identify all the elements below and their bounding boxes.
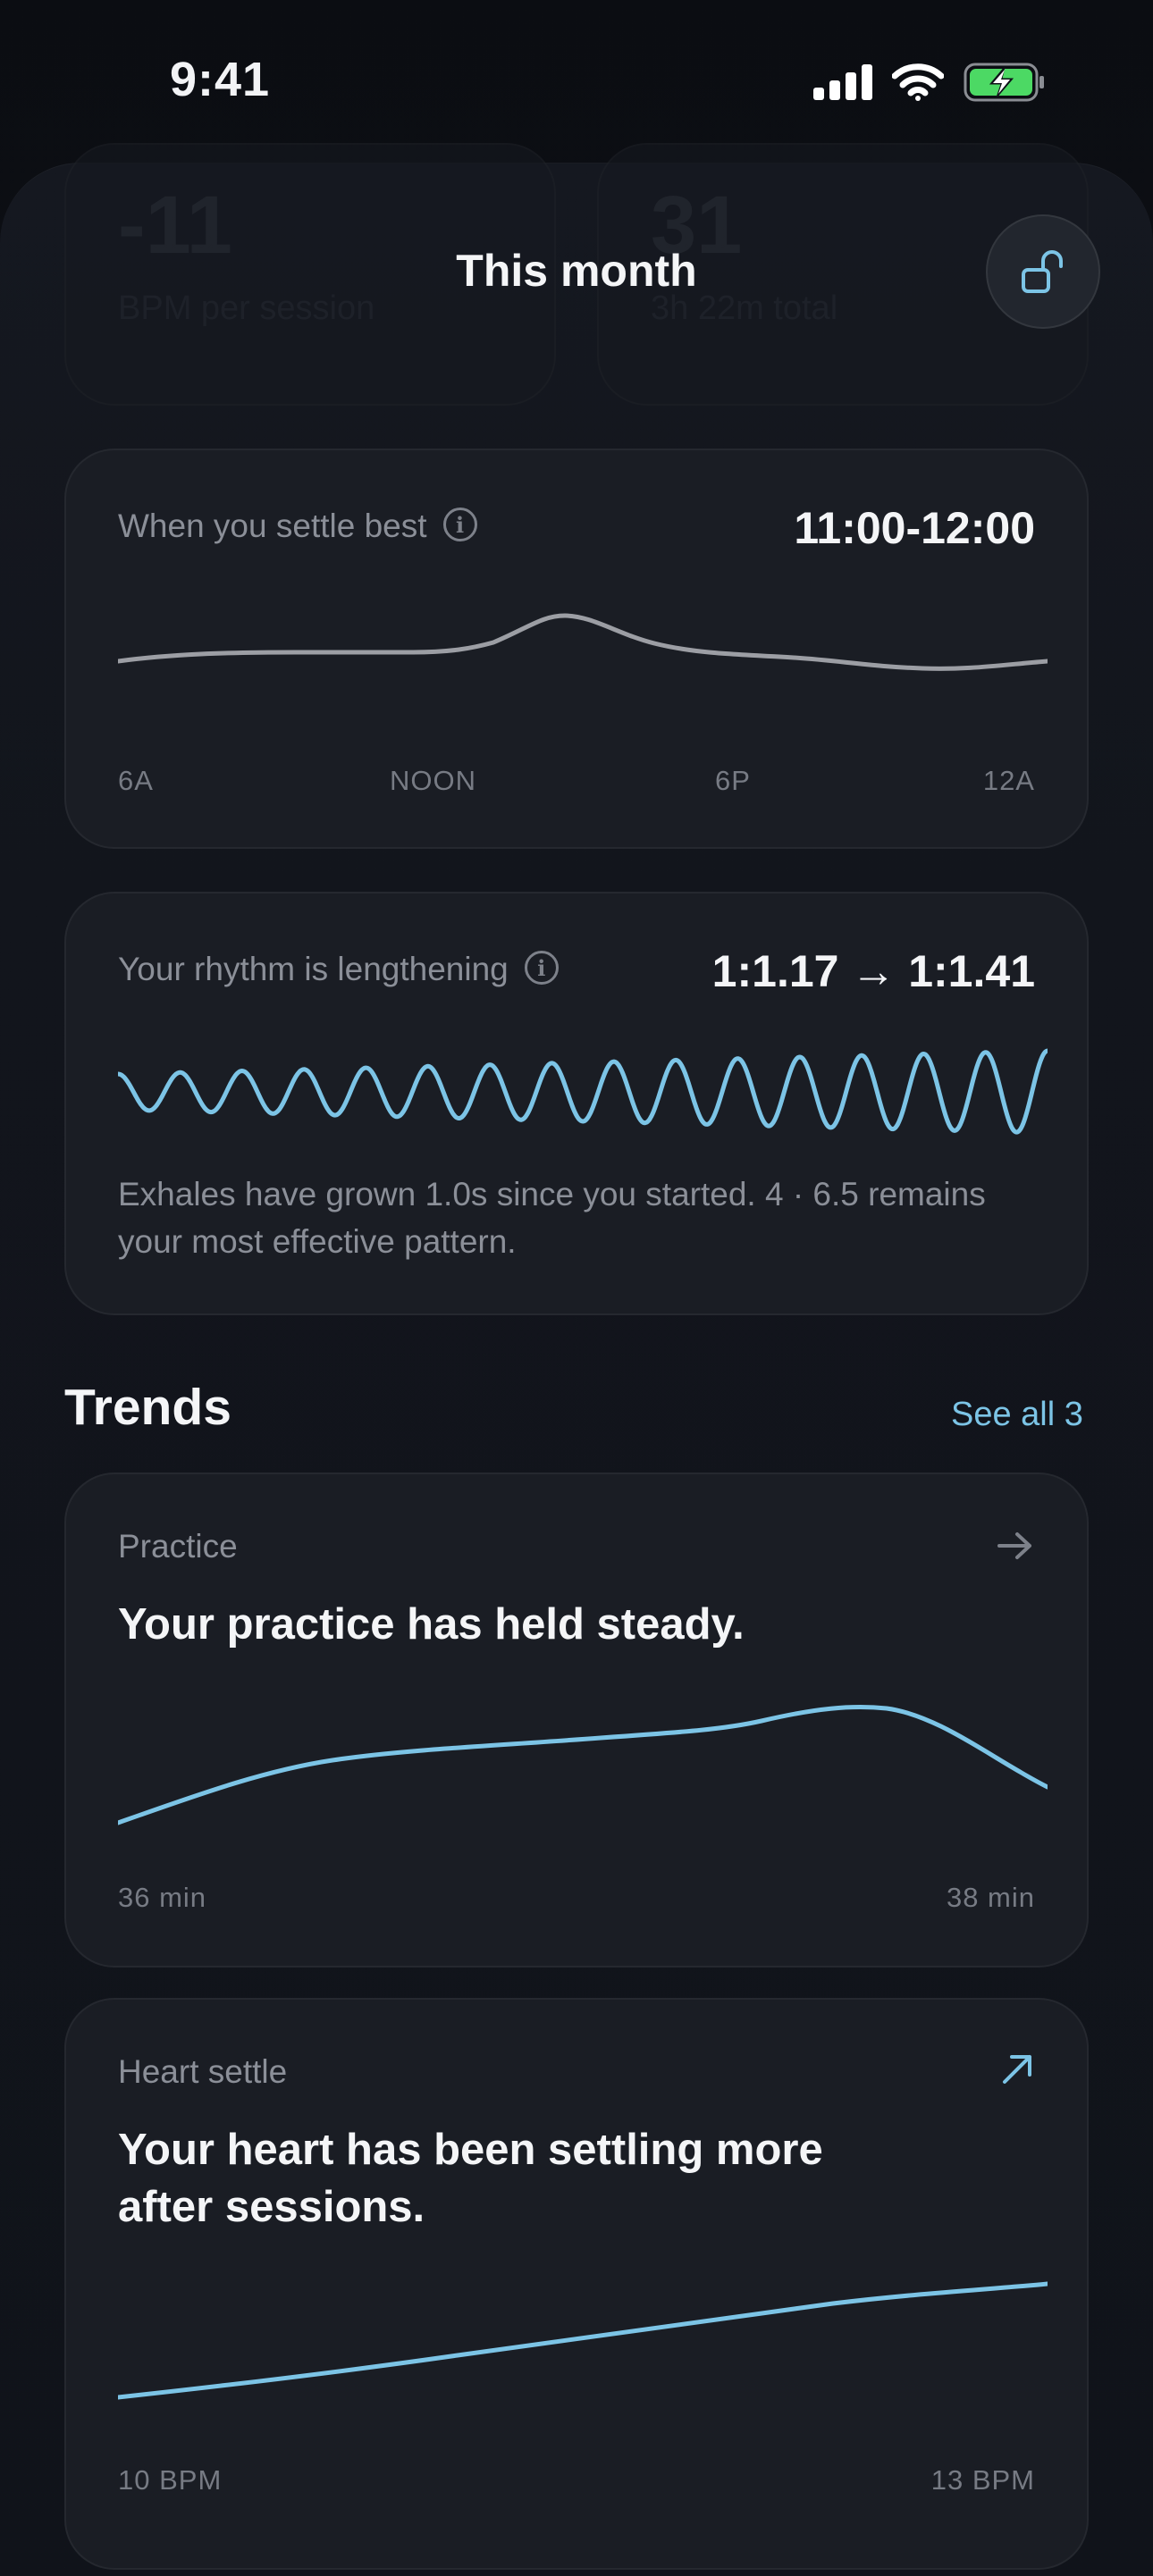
trend-start-value: 36 min xyxy=(118,1882,207,1913)
arrow-up-right-icon xyxy=(1003,2055,1031,2084)
trend-start-value: 10 BPM xyxy=(118,2464,223,2496)
rhythm-label-text: Your rhythm is lengthening xyxy=(118,951,509,987)
trend-end-value: 38 min xyxy=(946,1882,1035,1913)
tick-label: NOON xyxy=(390,765,476,796)
unlock-icon xyxy=(1022,250,1063,293)
tick-label: 12A xyxy=(982,765,1035,796)
tick-label: 6A xyxy=(118,765,154,796)
trend-label: Practice xyxy=(118,1528,238,1565)
settle-label-text: When you settle best xyxy=(118,508,427,544)
rhythm-wave xyxy=(118,1048,1048,1135)
arrow-right-icon xyxy=(997,1532,1031,1559)
trend-headline-line: after sessions. xyxy=(118,2183,425,2231)
rhythm-value: 1:1.17 → 1:1.41 xyxy=(711,946,1035,996)
trend-headline: Your practice has held steady. xyxy=(118,1600,745,1649)
rhythm-description: Exhales have grown 1.0s since you starte… xyxy=(118,1176,986,1260)
rhythm-label: Your rhythm is lengthening i xyxy=(118,951,559,988)
trend-headline-line: Your heart has been settling more xyxy=(118,2126,823,2174)
settle-label: When you settle best i xyxy=(118,508,477,545)
trend-headline: Your heart has been settling more after … xyxy=(118,2121,823,2236)
tick-label: 6P xyxy=(715,765,751,796)
status-icons xyxy=(813,63,1046,102)
cellular-signal-icon xyxy=(813,64,872,100)
info-icon[interactable]: i xyxy=(524,951,559,986)
settle-best-card[interactable]: When you settle best i 11:00-12:00 6A NOO… xyxy=(64,449,1089,849)
section-title-trends: Trends xyxy=(64,1379,231,1436)
status-time: 9:41 xyxy=(170,53,271,106)
see-all-link[interactable]: See all 3 xyxy=(951,1396,1083,1434)
rhythm-card[interactable]: Your rhythm is lengthening i 1:1.17 → 1:1… xyxy=(64,892,1089,1315)
page-title: This month xyxy=(456,246,697,296)
practice-trend-chart xyxy=(118,1705,1048,1825)
heart-settle-trend-chart xyxy=(118,2281,1048,2400)
info-icon[interactable]: i xyxy=(442,508,477,542)
battery-charging-icon xyxy=(964,63,1044,102)
trend-card-practice[interactable]: Practice Your practice has held steady. … xyxy=(64,1473,1089,1968)
wifi-icon xyxy=(892,63,944,101)
trend-card-heart-settle[interactable]: Heart settle Your heart has been settlin… xyxy=(64,1998,1089,2570)
lock-button[interactable] xyxy=(986,214,1100,329)
trend-end-value: 13 BPM xyxy=(930,2464,1035,2496)
settle-value: 11:00-12:00 xyxy=(794,503,1035,553)
settle-curve-chart xyxy=(118,613,1048,671)
trend-label: Heart settle xyxy=(118,2053,288,2090)
